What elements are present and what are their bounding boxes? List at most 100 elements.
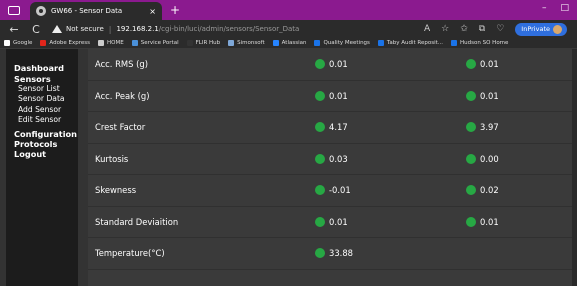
bookmark-icon	[272, 40, 279, 46]
bookmark-item[interactable]: Simonsoft	[228, 40, 265, 46]
nav-sensors[interactable]: Sensors	[6, 74, 78, 84]
value-text: 0.01	[480, 216, 499, 227]
nav-add-sensor[interactable]: Add Sensor	[6, 105, 78, 115]
metric-label: Acc. RMS (g)	[95, 59, 148, 70]
browser-tab[interactable]: GW66 - Sensor Data ×	[30, 2, 162, 20]
value-text: 0.01	[480, 90, 499, 101]
value-text: -0.01	[329, 185, 351, 196]
nav-dashboard[interactable]: Dashboard	[6, 63, 78, 73]
nav-sensor-list[interactable]: Sensor List	[6, 84, 78, 94]
bookmark-label: HOME	[107, 40, 124, 46]
bookmark-label: Quality Meetings	[323, 40, 370, 46]
favorite-star-icon[interactable]: ☆	[441, 24, 449, 34]
inprivate-badge[interactable]: InPrivate	[515, 22, 567, 36]
sensor-value-2: 0.01	[466, 216, 499, 227]
value-text: 0.03	[329, 153, 348, 164]
status-ok-icon	[315, 185, 325, 196]
nav-sensor-data[interactable]: Sensor Data	[6, 94, 78, 104]
bookmark-icon	[451, 40, 458, 46]
maximize-button[interactable]: □	[560, 3, 569, 13]
bookmark-label: Simonsoft	[237, 40, 265, 46]
status-ok-icon	[466, 59, 476, 70]
bookmark-item[interactable]: Google	[4, 40, 32, 46]
warning-icon	[52, 25, 62, 33]
table-row: Acc. RMS (g) 0.01 0.01	[88, 49, 577, 81]
tab-close-icon[interactable]: ×	[149, 7, 156, 16]
bookmark-item[interactable]: Quality Meetings	[314, 40, 370, 46]
value-text: 0.01	[329, 216, 348, 227]
metric-label: Standard Deviaition	[95, 216, 179, 227]
sensor-value-1: 4.17	[315, 122, 348, 133]
value-text: 3.97	[480, 122, 499, 133]
status-ok-icon	[466, 216, 476, 227]
bookmark-item[interactable]: Service Portal	[131, 40, 179, 46]
avatar	[553, 24, 562, 34]
sensor-value-2: 3.97	[466, 122, 499, 133]
nav-configuration[interactable]: Configuration	[6, 129, 78, 139]
bookmark-icon	[314, 40, 321, 46]
status-ok-icon	[315, 90, 325, 101]
not-secure-label: Not secure	[66, 25, 104, 33]
extensions-icon[interactable]: ♡	[496, 24, 504, 34]
table-row: Kurtosis 0.03 0.00	[88, 144, 577, 175]
bookmark-icon	[40, 40, 47, 46]
nav-protocols[interactable]: Protocols	[6, 139, 78, 149]
page-content: Dashboard Sensors Sensor List Sensor Dat…	[0, 49, 577, 286]
nav-logout[interactable]: Logout	[6, 149, 78, 159]
sensor-value-2: 0.01	[466, 59, 499, 70]
sidebar: Dashboard Sensors Sensor List Sensor Dat…	[6, 49, 78, 286]
bookmark-item[interactable]: Adobe Express	[40, 40, 90, 46]
bookmark-item[interactable]: Taby Audit Reposit...	[377, 40, 444, 46]
url-host: 192.168.2.1	[116, 25, 159, 33]
metric-label: Acc. Peak (g)	[95, 90, 150, 101]
sensor-value-2: 0.01	[466, 90, 499, 101]
bookmark-label: FLIR Hub	[195, 40, 221, 46]
status-ok-icon	[315, 59, 325, 70]
bookmark-item[interactable]: FLIR Hub	[186, 40, 221, 46]
reload-button[interactable]: C	[28, 23, 44, 36]
table-row: Acc. Peak (g) 0.01 0.01	[88, 81, 577, 112]
window-menu-icon[interactable]	[8, 5, 20, 15]
bookmark-label: Taby Audit Reposit...	[386, 40, 444, 46]
nav-edit-sensor[interactable]: Edit Sensor	[6, 115, 78, 125]
bookmark-item[interactable]: HOME	[98, 40, 124, 46]
value-text: 4.17	[329, 122, 348, 133]
status-ok-icon	[466, 185, 476, 196]
bookmark-icon	[186, 40, 193, 46]
status-ok-icon	[315, 122, 325, 133]
bookmark-icon	[4, 40, 10, 46]
collections-icon[interactable]: ⧉	[479, 24, 485, 34]
metric-label: Skewness	[95, 185, 137, 196]
read-aloud-icon[interactable]: A	[424, 24, 430, 34]
browser-titlebar: GW66 - Sensor Data × + – □	[0, 0, 577, 20]
table-row: Temperature(°C) 33.88	[88, 238, 577, 270]
value-text: 33.88	[329, 248, 353, 259]
value-text: 0.00	[480, 153, 499, 164]
sensor-value-2: 0.02	[466, 185, 499, 196]
table-row: Crest Factor 4.17 3.97	[88, 112, 577, 144]
value-text: 0.01	[329, 90, 348, 101]
status-ok-icon	[315, 153, 325, 164]
favorites-icon[interactable]: ✩	[460, 24, 468, 34]
scrollbar[interactable]	[572, 49, 577, 286]
bookmark-item[interactable]: Hudson SO Home	[451, 40, 508, 46]
status-ok-icon	[466, 153, 476, 164]
table-row: Skewness -0.01 0.02	[88, 175, 577, 207]
back-button[interactable]: ←	[6, 23, 22, 36]
status-ok-icon	[315, 248, 325, 259]
status-ok-icon	[466, 122, 476, 133]
table-row: Standard Deviaition 0.01 0.01	[88, 207, 577, 238]
url-separator: |	[108, 24, 112, 34]
address-bar: ← C Not secure | 192.168.2.1 /cgi-bin/lu…	[0, 20, 577, 38]
minimize-button[interactable]: –	[542, 3, 547, 13]
value-text: 0.01	[329, 59, 348, 70]
sensor-value-1: 0.01	[315, 90, 348, 101]
tab-favicon-icon	[36, 6, 46, 16]
url-field[interactable]: Not secure | 192.168.2.1 /cgi-bin/luci/a…	[52, 22, 424, 36]
value-text: 0.02	[480, 185, 499, 196]
bookmark-label: Atlassian	[281, 40, 307, 46]
value-text: 0.01	[480, 59, 499, 70]
bookmark-icon	[131, 40, 138, 46]
new-tab-button[interactable]: +	[170, 4, 180, 16]
bookmark-item[interactable]: Atlassian	[272, 40, 307, 46]
